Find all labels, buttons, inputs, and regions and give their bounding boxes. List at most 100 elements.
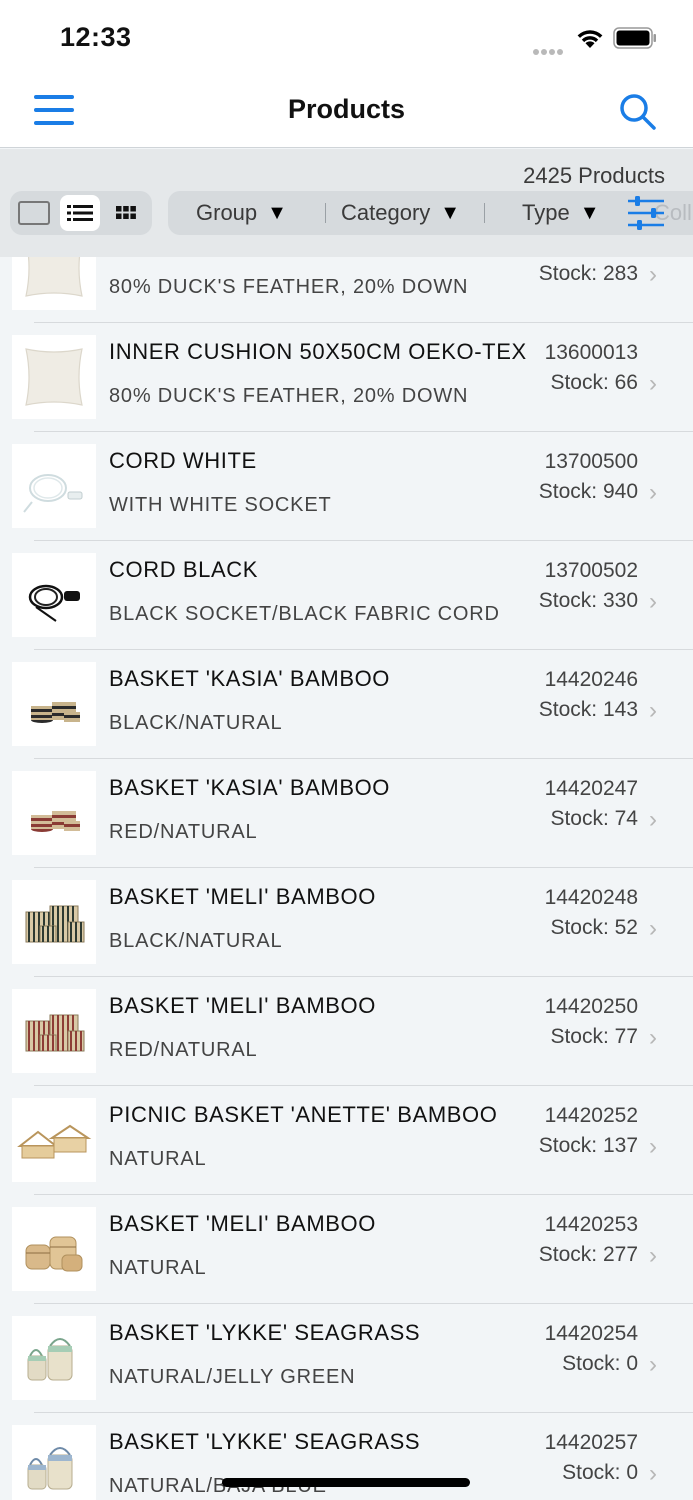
view-mode-toggle	[10, 191, 152, 235]
dropdown-triangle-icon: ▼	[267, 201, 287, 224]
product-name: BASKET 'MELI' BAMBOO	[109, 884, 376, 909]
product-stock: Stock: 277	[538, 1243, 638, 1266]
group-filter[interactable]: Group ▼	[196, 191, 287, 235]
product-description: RED/NATURAL	[109, 821, 258, 843]
list-view-button[interactable]	[60, 195, 100, 231]
battery-icon	[613, 27, 656, 49]
filter-separator	[484, 203, 485, 223]
product-description: NATURAL	[109, 1148, 207, 1170]
product-row[interactable]: CORD WHITE WITH WHITE SOCKET 13700500 St…	[0, 432, 693, 541]
product-stock: Stock: 52	[550, 916, 638, 939]
product-description: WITH WHITE SOCKET	[109, 494, 332, 516]
product-stock: Stock: 283	[538, 262, 638, 285]
product-thumbnail-lykke-green	[12, 1316, 96, 1400]
product-thumbnail-meli-black	[12, 880, 96, 964]
product-code: 14420246	[544, 668, 638, 691]
product-stock: Stock: 137	[538, 1134, 638, 1157]
product-stock: Stock: 143	[538, 698, 638, 721]
product-row[interactable]: PICNIC BASKET 'ANETTE' BAMBOO NATURAL 14…	[0, 1086, 693, 1195]
chevron-right-icon: ›	[649, 1460, 657, 1487]
product-row[interactable]: INNER CUSHION 50X50CM OEKO-TEX 80% DUCK'…	[0, 323, 693, 432]
product-stock: Stock: 74	[550, 807, 638, 830]
product-code: 13700500	[544, 450, 638, 473]
product-description: RED/NATURAL	[109, 1039, 258, 1061]
product-name: CORD WHITE	[109, 448, 257, 473]
product-list: 80% DUCK'S FEATHER, 20% DOWN Stock: 283 …	[0, 257, 693, 1500]
product-row[interactable]: 80% DUCK'S FEATHER, 20% DOWN Stock: 283 …	[0, 257, 693, 323]
product-thumbnail-basket-red	[12, 771, 96, 855]
product-stock: Stock: 0	[562, 1461, 638, 1484]
product-description: NATURAL/JELLY GREEN	[109, 1366, 356, 1388]
product-name: BASKET 'LYKKE' SEAGRASS	[109, 1429, 421, 1454]
single-view-button[interactable]	[14, 195, 54, 231]
product-stock: Stock: 330	[538, 589, 638, 612]
product-thumbnail-cushion	[12, 257, 96, 310]
type-filter[interactable]: Type ▼	[522, 191, 600, 235]
chevron-right-icon: ›	[649, 1133, 657, 1160]
product-stock: Stock: 940	[538, 480, 638, 503]
filter-separator	[325, 203, 326, 223]
product-name: BASKET 'MELI' BAMBOO	[109, 993, 376, 1018]
product-code: 13600013	[544, 341, 638, 364]
product-code: 14420253	[544, 1213, 638, 1236]
product-row[interactable]: CORD BLACK BLACK SOCKET/BLACK FABRIC COR…	[0, 541, 693, 650]
category-filter-label: Category	[341, 200, 431, 225]
signal-icon	[533, 42, 565, 60]
product-thumbnail-cord-black	[12, 553, 96, 637]
product-count: 2425 Products	[523, 163, 665, 188]
product-stock: Stock: 77	[550, 1025, 638, 1048]
product-thumbnail-cushion	[12, 335, 96, 419]
sliders-icon[interactable]	[626, 195, 666, 231]
product-description: BLACK/NATURAL	[109, 930, 283, 952]
product-code: 13700502	[544, 559, 638, 582]
group-filter-label: Group	[196, 200, 258, 225]
product-name: CORD BLACK	[109, 557, 259, 582]
grid-view-button[interactable]	[106, 195, 146, 231]
product-thumbnail-cord-white	[12, 444, 96, 528]
product-row[interactable]: BASKET 'LYKKE' SEAGRASS NATURAL/JELLY GR…	[0, 1304, 693, 1413]
product-code: 14420254	[544, 1322, 638, 1345]
chevron-right-icon: ›	[649, 479, 657, 506]
product-name: BASKET 'KASIA' BAMBOO	[109, 666, 391, 691]
product-name: BASKET 'KASIA' BAMBOO	[109, 775, 391, 800]
search-icon[interactable]	[618, 92, 658, 132]
product-code: 14420257	[544, 1431, 638, 1454]
chevron-right-icon: ›	[649, 1024, 657, 1051]
product-description: BLACK/NATURAL	[109, 712, 283, 734]
product-row[interactable]: BASKET 'MELI' BAMBOO NATURAL 14420253 St…	[0, 1195, 693, 1304]
product-name: INNER CUSHION 50X50CM OEKO-TEX	[109, 339, 527, 364]
dropdown-triangle-icon: ▼	[440, 201, 461, 224]
category-filter[interactable]: Category ▼	[341, 191, 460, 235]
product-description: BLACK SOCKET/BLACK FABRIC CORD	[109, 603, 500, 625]
product-stock: Stock: 0	[562, 1352, 638, 1375]
product-row[interactable]: BASKET 'MELI' BAMBOO RED/NATURAL 1442025…	[0, 977, 693, 1086]
product-description: NATURAL	[109, 1257, 207, 1279]
product-row[interactable]: BASKET 'KASIA' BAMBOO RED/NATURAL 144202…	[0, 759, 693, 868]
product-description: 80% DUCK'S FEATHER, 20% DOWN	[109, 385, 469, 407]
page-title: Products	[287, 94, 406, 124]
product-row[interactable]: BASKET 'KASIA' BAMBOO BLACK/NATURAL 1442…	[0, 650, 693, 759]
navigation-bar: Products	[0, 76, 693, 148]
single-view-icon	[18, 201, 50, 225]
chevron-right-icon: ›	[649, 261, 657, 288]
wifi-icon	[577, 30, 603, 48]
chevron-right-icon: ›	[649, 1242, 657, 1269]
product-thumbnail-lykke-blue	[12, 1425, 96, 1500]
product-thumbnail-picnic	[12, 1098, 96, 1182]
product-row[interactable]: BASKET 'MELI' BAMBOO BLACK/NATURAL 14420…	[0, 868, 693, 977]
home-indicator	[222, 1478, 470, 1487]
product-thumbnail-meli-red	[12, 989, 96, 1073]
product-stock: Stock: 66	[550, 371, 638, 394]
product-thumbnail-meli-natural	[12, 1207, 96, 1291]
filter-bar: Group ▼ Category ▼ Type ▼ Coll	[168, 191, 693, 235]
chevron-right-icon: ›	[649, 588, 657, 615]
product-code: 14420248	[544, 886, 638, 909]
product-code: 14420247	[544, 777, 638, 800]
list-view-icon	[67, 205, 93, 221]
product-description: 80% DUCK'S FEATHER, 20% DOWN	[109, 276, 469, 298]
product-name: PICNIC BASKET 'ANETTE' BAMBOO	[109, 1102, 498, 1127]
status-bar: 12:33	[0, 0, 693, 76]
product-thumbnail-basket-black	[12, 662, 96, 746]
product-name: BASKET 'LYKKE' SEAGRASS	[109, 1320, 421, 1345]
chevron-right-icon: ›	[649, 915, 657, 942]
